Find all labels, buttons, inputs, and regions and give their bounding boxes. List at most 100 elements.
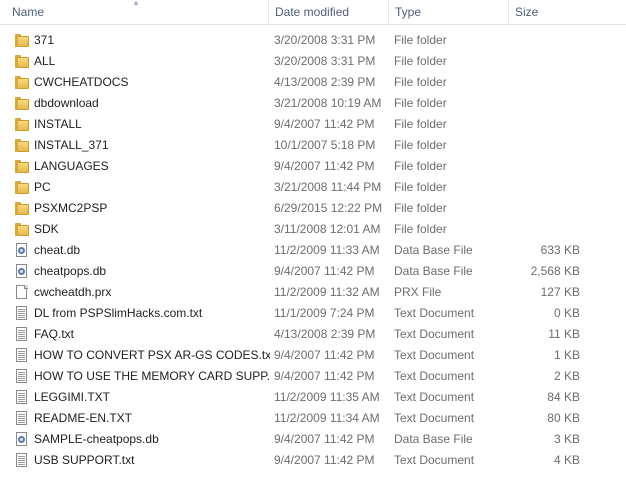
file-name: INSTALL — [34, 117, 82, 131]
file-row[interactable]: LANGUAGES 9/4/2007 11:42 PM File folder — [0, 156, 600, 177]
file-name: LEGGIMI.TXT — [34, 390, 111, 404]
column-header-bar: Name ▲ Date modified Type Size — [0, 0, 626, 25]
file-date-modified: 4/13/2008 2:39 PM — [274, 327, 376, 341]
file-size — [508, 72, 580, 93]
file-row[interactable]: ALL 3/20/2008 3:31 PM File folder — [0, 51, 600, 72]
column-header-date[interactable]: Date modified — [268, 0, 388, 25]
file-size — [508, 114, 580, 135]
file-name: PC — [34, 180, 51, 194]
file-date-modified: 9/4/2007 11:42 PM — [274, 264, 375, 278]
file-row[interactable]: cheat.db 11/2/2009 11:33 AM Data Base File… — [0, 240, 600, 261]
file-name: 371 — [34, 33, 55, 47]
file-row[interactable]: SDK 3/11/2008 12:01 AM File folder — [0, 219, 600, 240]
file-date-modified: 3/21/2008 10:19 AM — [274, 96, 382, 110]
file-size — [508, 51, 580, 72]
file-type: File folder — [394, 117, 447, 131]
file-name: README-EN.TXT — [34, 411, 133, 425]
file-row[interactable]: USB SUPPORT.txt 9/4/2007 11:42 PM Text Doc… — [0, 450, 600, 471]
file-name: HOW TO CONVERT PSX AR-GS CODES.txt — [34, 348, 270, 362]
file-size: 84 KB — [547, 390, 580, 404]
file-name: LANGUAGES — [34, 159, 109, 173]
file-row[interactable]: SAMPLE-cheatpops.db 9/4/2007 11:42 PM Data… — [0, 429, 600, 450]
column-header-type[interactable]: Type — [388, 0, 508, 25]
file-name: cheatpops.db — [34, 264, 107, 278]
file-date-modified: 9/4/2007 11:42 PM — [274, 348, 375, 362]
file-size: 4 KB — [553, 453, 580, 467]
file-size: 80 KB — [547, 411, 580, 425]
file-row[interactable]: dbdownload 3/21/2008 10:19 AM File folder — [0, 93, 600, 114]
file-size: 127 KB — [540, 285, 580, 299]
file-name: PSXMC2PSP — [34, 201, 108, 215]
file-row[interactable]: HOW TO USE THE MEMORY CARD SUPP... 9/4/20… — [0, 366, 600, 387]
file-size — [508, 177, 580, 198]
file-date-modified: 3/11/2008 12:01 AM — [274, 222, 381, 236]
file-size: 2,568 KB — [530, 264, 580, 278]
file-row[interactable]: cwcheatdh.prx 11/2/2009 11:32 AM PRX File 1… — [0, 282, 600, 303]
file-size — [508, 198, 580, 219]
file-name: ALL — [34, 54, 56, 68]
file-name: INSTALL_371 — [34, 138, 109, 152]
file-date-modified: 9/4/2007 11:42 PM — [274, 432, 375, 446]
file-row[interactable]: INSTALL 9/4/2007 11:42 PM File folder — [0, 114, 600, 135]
file-date-modified: 9/4/2007 11:42 PM — [274, 453, 375, 467]
file-type: File folder — [394, 201, 447, 215]
file-row[interactable]: PSXMC2PSP 6/29/2015 12:22 PM File folder — [0, 198, 600, 219]
file-name: HOW TO USE THE MEMORY CARD SUPP... — [34, 369, 270, 383]
file-row[interactable]: PC 3/21/2008 11:44 PM File folder — [0, 177, 600, 198]
file-row[interactable]: CWCHEATDOCS 4/13/2008 2:39 PM File folder — [0, 72, 600, 93]
file-icon — [15, 285, 29, 300]
file-date-modified: 11/2/2009 11:34 AM — [274, 411, 380, 425]
database-file-icon — [15, 432, 29, 447]
file-date-modified: 9/4/2007 11:42 PM — [274, 117, 375, 131]
file-name: DL from PSPSlimHacks.com.txt — [34, 306, 203, 320]
file-type: Data Base File — [394, 432, 473, 446]
folder-icon — [15, 201, 29, 216]
file-date-modified: 11/2/2009 11:35 AM — [274, 390, 380, 404]
file-type: File folder — [394, 180, 447, 194]
file-type: File folder — [394, 75, 447, 89]
file-size: 1 KB — [553, 348, 580, 362]
file-size: 3 KB — [553, 432, 580, 446]
file-size — [508, 156, 580, 177]
file-type: Data Base File — [394, 264, 473, 278]
file-type: Text Document — [394, 327, 475, 341]
file-size — [508, 219, 580, 240]
file-size: 633 KB — [540, 243, 580, 257]
text-document-icon — [15, 411, 29, 426]
file-type: Text Document — [394, 348, 475, 362]
file-date-modified: 10/1/2007 5:18 PM — [274, 138, 376, 152]
file-row[interactable]: cheatpops.db 9/4/2007 11:42 PM Data Base F… — [0, 261, 600, 282]
file-type: File folder — [394, 96, 447, 110]
file-size — [508, 30, 580, 51]
file-row[interactable]: INSTALL_371 10/1/2007 5:18 PM File folder — [0, 135, 600, 156]
text-document-icon — [15, 327, 29, 342]
folder-icon — [15, 159, 29, 174]
file-row[interactable]: HOW TO CONVERT PSX AR-GS CODES.txt 9/4/20… — [0, 345, 600, 366]
file-row[interactable]: LEGGIMI.TXT 11/2/2009 11:35 AM Text Docume… — [0, 387, 600, 408]
folder-icon — [15, 180, 29, 195]
file-date-modified: 6/29/2015 12:22 PM — [274, 201, 383, 215]
file-date-modified: 4/13/2008 2:39 PM — [274, 75, 376, 89]
column-header-size[interactable]: Size — [508, 0, 588, 25]
file-row[interactable]: 371 3/20/2008 3:31 PM File folder — [0, 30, 600, 51]
file-row[interactable]: FAQ.txt 4/13/2008 2:39 PM Text Document 11 … — [0, 324, 600, 345]
database-file-icon — [15, 264, 29, 279]
file-date-modified: 11/2/2009 11:33 AM — [274, 243, 380, 257]
file-type: Data Base File — [394, 243, 473, 257]
folder-icon — [15, 96, 29, 111]
file-size — [508, 135, 580, 156]
text-document-icon — [15, 453, 29, 468]
sort-arrow-icon: ▲ — [132, 0, 140, 7]
file-date-modified: 11/2/2009 11:32 AM — [274, 285, 380, 299]
file-date-modified: 3/21/2008 11:44 PM — [274, 180, 382, 194]
file-size: 11 KB — [548, 327, 580, 341]
file-name: cwcheatdh.prx — [34, 285, 112, 299]
file-type: File folder — [394, 33, 447, 47]
file-size: 2 KB — [553, 369, 580, 383]
file-row[interactable]: DL from PSPSlimHacks.com.txt 11/1/2009 7:… — [0, 303, 600, 324]
file-name: USB SUPPORT.txt — [34, 453, 135, 467]
file-type: PRX File — [394, 285, 442, 299]
folder-icon — [15, 54, 29, 69]
file-row[interactable]: README-EN.TXT 11/2/2009 11:34 AM Text Docu… — [0, 408, 600, 429]
file-name: CWCHEATDOCS — [34, 75, 129, 89]
